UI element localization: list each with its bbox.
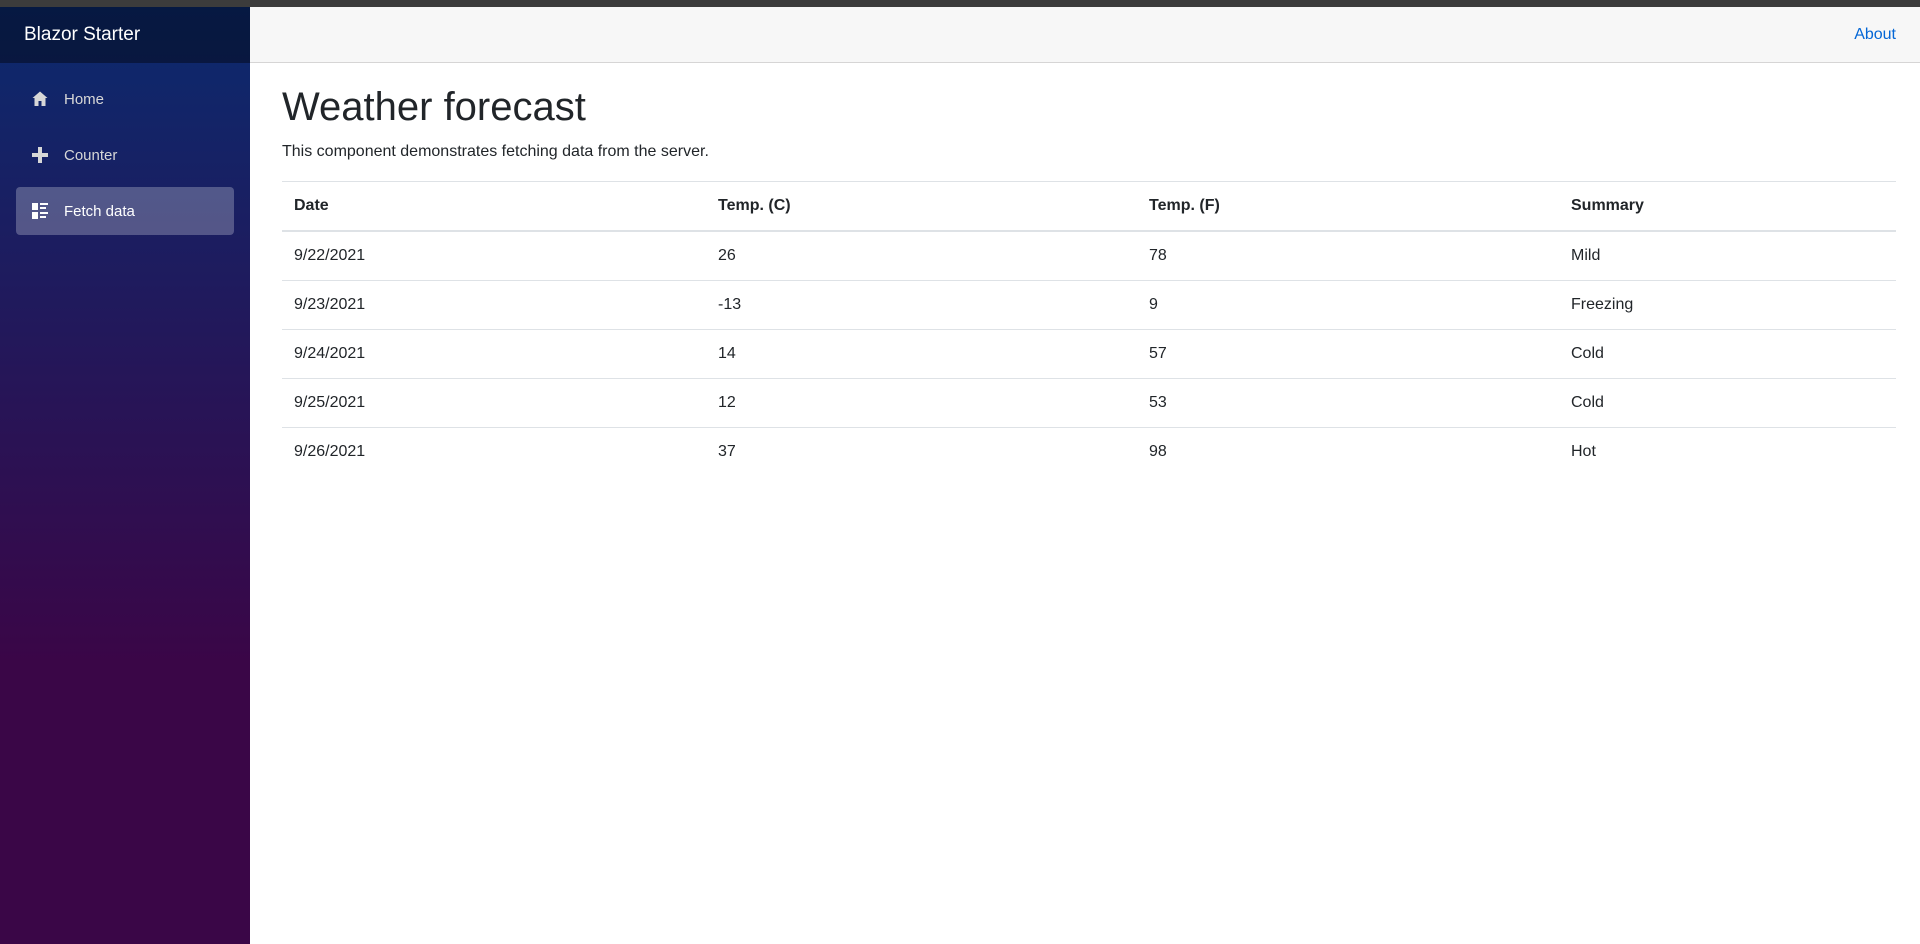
cell-date: 9/24/2021	[282, 329, 706, 379]
cell-date: 9/25/2021	[282, 378, 706, 428]
top-row: About	[250, 7, 1920, 63]
table-row: 9/25/2021 12 53 Cold	[282, 378, 1896, 428]
column-header-date: Date	[282, 181, 706, 232]
cell-summary: Cold	[1559, 378, 1896, 428]
cell-temp-c: 37	[706, 427, 1137, 476]
table-header-row: Date Temp. (C) Temp. (F) Summary	[282, 181, 1896, 232]
cell-temp-f: 53	[1137, 378, 1559, 428]
sidebar-item-label: Home	[64, 90, 105, 108]
column-header-temp-c: Temp. (C)	[706, 181, 1137, 232]
column-header-temp-f: Temp. (F)	[1137, 181, 1559, 232]
table-row: 9/23/2021 -13 9 Freezing	[282, 280, 1896, 330]
cell-summary: Freezing	[1559, 280, 1896, 330]
brand-bar: Blazor Starter	[0, 7, 250, 63]
cell-temp-f: 57	[1137, 329, 1559, 379]
sidebar: Blazor Starter Home Counter Fetch data	[0, 7, 250, 944]
page-title: Weather forecast	[282, 85, 586, 129]
page-description: This component demonstrates fetching dat…	[282, 143, 709, 160]
sidebar-item-fetch-data[interactable]: Fetch data	[16, 187, 234, 235]
cell-temp-c: 12	[706, 378, 1137, 428]
sidebar-item-home[interactable]: Home	[16, 75, 234, 123]
cell-temp-c: 26	[706, 230, 1137, 281]
table-row: 9/26/2021 37 98 Hot	[282, 427, 1896, 476]
page-content: Weather forecast This component demonstr…	[250, 63, 1920, 476]
brand-link[interactable]: Blazor Starter	[24, 24, 140, 46]
main-area: About Weather forecast This component de…	[250, 7, 1920, 944]
table-row: 9/24/2021 14 57 Cold	[282, 329, 1896, 379]
cell-summary: Mild	[1559, 230, 1896, 281]
plus-icon	[30, 145, 50, 165]
cell-temp-f: 9	[1137, 280, 1559, 330]
home-icon	[30, 89, 50, 109]
cell-summary: Hot	[1559, 427, 1896, 476]
table-row: 9/22/2021 26 78 Mild	[282, 230, 1896, 281]
about-link[interactable]: About	[1854, 26, 1896, 44]
sidebar-item-label: Counter	[64, 146, 118, 164]
sidebar-item-counter[interactable]: Counter	[16, 131, 234, 179]
cell-temp-c: 14	[706, 329, 1137, 379]
cell-summary: Cold	[1559, 329, 1896, 379]
sidebar-nav: Home Counter Fetch data	[0, 63, 250, 235]
list-rich-icon	[30, 201, 50, 221]
window-top-strip	[0, 0, 1920, 7]
cell-temp-c: -13	[706, 280, 1137, 330]
cell-date: 9/23/2021	[282, 280, 706, 330]
sidebar-item-label: Fetch data	[64, 202, 135, 220]
cell-date: 9/26/2021	[282, 427, 706, 476]
cell-temp-f: 98	[1137, 427, 1559, 476]
column-header-summary: Summary	[1559, 181, 1896, 232]
weather-table: Date Temp. (C) Temp. (F) Summary 9/22/20…	[282, 181, 1896, 476]
cell-date: 9/22/2021	[282, 230, 706, 281]
cell-temp-f: 78	[1137, 230, 1559, 281]
